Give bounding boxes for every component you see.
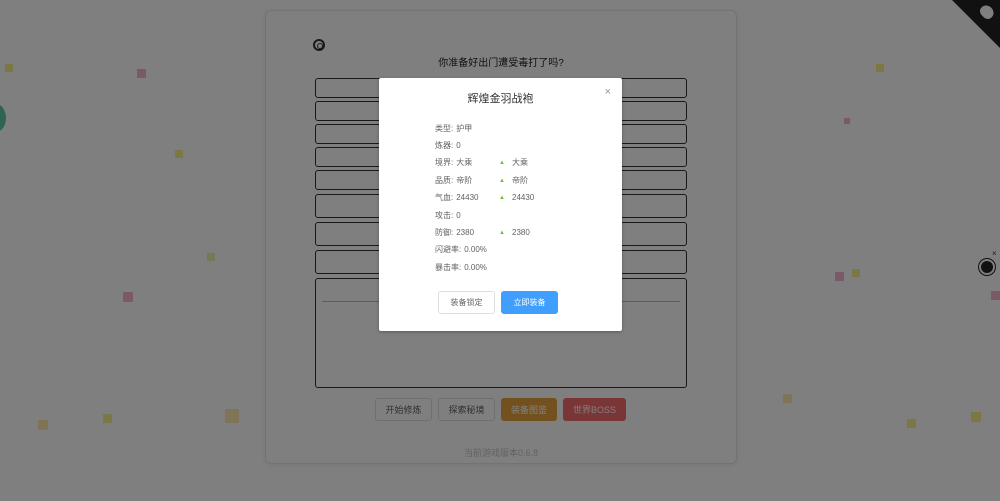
stat-value: 护甲	[456, 124, 473, 133]
stat-label: 攻击:	[435, 211, 454, 220]
stat-row-refine: 炼器: 0	[435, 140, 605, 152]
stat-value: 24430	[456, 193, 479, 202]
stat-row-attack: 攻击: 0	[435, 210, 605, 222]
stat-row-hp: 气血: 24430 ▲ 24430	[435, 192, 605, 204]
stat-row-defense: 防御: 2380 ▲ 2380	[435, 227, 605, 239]
stat-value: 0.00%	[464, 245, 487, 254]
stat-label: 炼器:	[435, 141, 454, 150]
stat-compare: 大乘	[512, 158, 528, 167]
stat-label: 防御:	[435, 228, 454, 237]
stat-row-realm: 境界: 大乘 ▲ 大乘	[435, 157, 605, 169]
stat-row-type: 类型: 护甲	[435, 123, 605, 135]
stat-compare: 2380	[512, 228, 530, 237]
stat-value: 帝阶	[456, 176, 473, 185]
stat-label: 境界:	[435, 158, 454, 167]
up-arrow-icon: ▲	[499, 230, 505, 236]
stat-value: 2380	[456, 228, 475, 237]
stat-value: 大乘	[456, 158, 473, 167]
stat-value: 0	[456, 141, 461, 150]
stat-value: 0.00%	[464, 263, 487, 272]
up-arrow-icon: ▲	[499, 160, 505, 166]
stat-row-quality: 品质: 帝阶 ▲ 帝阶	[435, 175, 605, 187]
stat-compare: 帝阶	[512, 176, 528, 185]
up-arrow-icon: ▲	[499, 195, 505, 201]
up-arrow-icon: ▲	[499, 178, 505, 184]
stat-label: 暴击率:	[435, 263, 462, 272]
stat-label: 品质:	[435, 176, 454, 185]
stat-row-dodge: 闪避率: 0.00%	[435, 244, 605, 256]
dialog-title: 辉煌金羽战袍	[467, 93, 534, 105]
dialog-close-icon[interactable]: ×	[605, 87, 611, 98]
equip-now-button[interactable]: 立即装备	[501, 291, 558, 314]
lock-equipment-button[interactable]: 装备锁定	[438, 291, 495, 314]
stat-label: 类型:	[435, 124, 454, 133]
equipment-dialog: 辉煌金羽战袍 × 类型: 护甲 炼器: 0 境界: 大乘 ▲ 大乘 品质: 帝阶 ▲ 帝…	[379, 78, 622, 331]
stat-label: 闪避率:	[435, 245, 462, 254]
stat-compare: 24430	[512, 193, 535, 202]
stat-row-crit: 暴击率: 0.00%	[435, 262, 605, 274]
stat-label: 气血:	[435, 193, 454, 202]
stat-value: 0	[456, 211, 461, 220]
